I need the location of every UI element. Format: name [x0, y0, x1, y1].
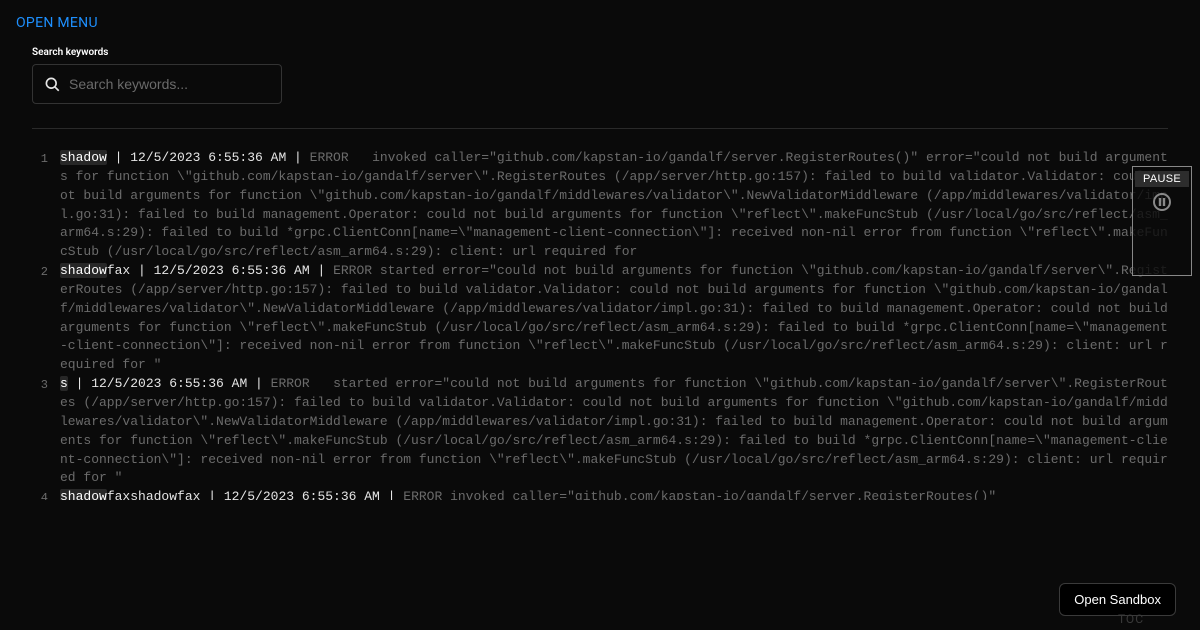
line-number: 4: [32, 488, 60, 500]
open-menu-link[interactable]: OPEN MENU: [16, 15, 98, 31]
search-section: Search keywords: [0, 39, 1200, 128]
search-box[interactable]: [32, 64, 282, 104]
log-highlight: shadow: [60, 150, 107, 165]
log-row: 3 s | 12/5/2023 6:55:36 AM | ERROR start…: [32, 375, 1168, 488]
log-row: 1 shadow | 12/5/2023 6:55:36 AM | ERROR …: [32, 149, 1168, 262]
pause-button[interactable]: PAUSE: [1135, 171, 1189, 187]
search-label: Search keywords: [32, 47, 1168, 58]
log-text: shadowfaxshadowfax | 12/5/2023 6:55:36 A…: [60, 488, 1168, 500]
line-number: 1: [32, 149, 60, 168]
pause-icon: [1153, 193, 1171, 211]
log-row: 4 shadowfaxshadowfax | 12/5/2023 6:55:36…: [32, 488, 1168, 500]
log-highlight: s: [60, 376, 68, 391]
line-number: 3: [32, 375, 60, 394]
log-highlight: shadow: [60, 263, 107, 278]
top-bar: OPEN MENU: [0, 0, 1200, 39]
log-row: 2 shadowfax | 12/5/2023 6:55:36 AM | ERR…: [32, 262, 1168, 375]
log-highlight: shadow: [60, 489, 107, 500]
line-number: 2: [32, 262, 60, 281]
search-icon: [43, 75, 61, 93]
search-input[interactable]: [69, 76, 271, 92]
log-text: shadowfax | 12/5/2023 6:55:36 AM | ERROR…: [60, 262, 1168, 375]
pause-panel: PAUSE: [1132, 166, 1192, 276]
log-text: shadow | 12/5/2023 6:55:36 AM | ERROR in…: [60, 149, 1168, 262]
log-viewer: 1 shadow | 12/5/2023 6:55:36 AM | ERROR …: [0, 129, 1200, 609]
log-text: s | 12/5/2023 6:55:36 AM | ERROR started…: [60, 375, 1168, 488]
toc-label: TOC: [1118, 612, 1144, 626]
